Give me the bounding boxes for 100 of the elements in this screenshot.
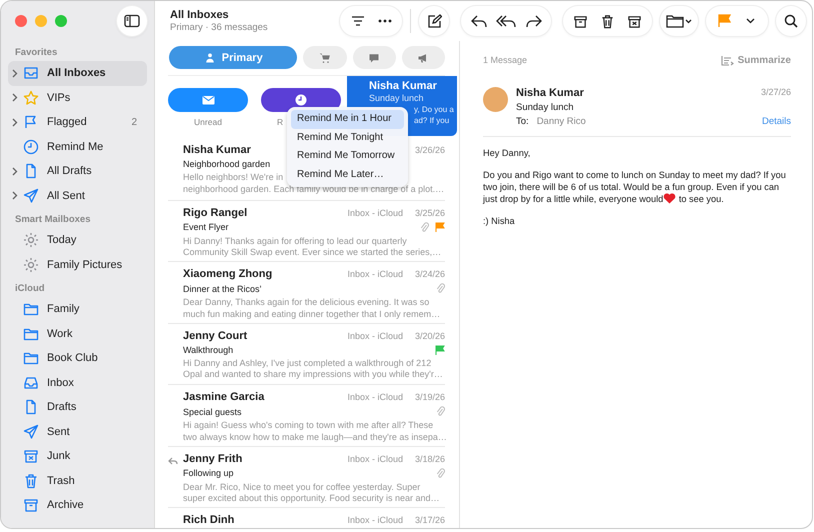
message-preview: Hello neighbors! We're in [183,172,284,184]
unread-action-button[interactable] [168,88,248,112]
close-button[interactable] [15,15,27,27]
folder-icon [23,350,39,366]
reply-all-icon [496,14,516,28]
chevron-icon[interactable] [12,118,18,127]
archive-icon [573,14,588,28]
sidebar-icon [124,14,140,28]
sidebar-item[interactable]: Archive [8,493,147,518]
message-preview: Dear Danny, Thanks again for the delicious evening. It was so [183,297,430,308]
message-subject: Event Flyer [183,222,229,232]
trash-icon [23,472,39,489]
sidebar-item[interactable]: All Sent [8,184,147,208]
junk-icon [627,14,642,28]
message-date: 3/25/26 [414,208,445,218]
megaphone-tab[interactable] [402,46,445,69]
sidebar-item[interactable]: Sent [8,420,147,444]
sender-name: Rich Dinh [183,514,234,526]
mailbox-subtitle: Primary · 36 messages [170,22,268,33]
message-subject: Walkthrough [183,344,234,354]
filter-icon [350,16,364,26]
sender-name: Xiaomeng Zhong [183,268,272,280]
message-preview: y, Do you a [414,105,454,114]
clock-icon [23,138,39,155]
item-count: 2 [131,116,137,128]
sidebar-item[interactable]: Drafts [8,395,147,420]
sidebar-item[interactable]: Book Club [8,346,147,370]
mailbox-name: Inbox - iCloud [347,515,403,525]
action-label: Unread [194,117,222,127]
message-date: 3/26/26 [414,145,445,155]
archive-icon [23,497,39,514]
cart-icon [319,52,332,64]
sidebar-item[interactable]: Today [8,228,147,252]
section-title: iCloud [14,282,46,296]
sender-name: Nisha Kumar [516,87,585,99]
sidebar-item[interactable]: Trash [8,468,147,493]
action-label: R [277,117,284,127]
folder-icon [666,14,692,28]
sender-name: Nisha Kumar [183,144,251,156]
sender-name: Rigo Rangel [183,206,248,218]
sender-name: Jasmine Garcia [183,391,264,403]
section-title: Favorites [14,46,58,60]
message-preview: Opal and wanted to share my impressions with you while they'r… [183,369,443,380]
sidebar-item[interactable]: Junk [8,444,147,468]
sidebar-item[interactable]: Flagged 2 [8,110,147,134]
chevron-icon[interactable] [12,93,18,102]
message-subject: Neighborhood garden [183,159,270,169]
mailbox-name: Inbox - iCloud [347,208,403,218]
message-preview: Hi Danny and Ashley, I've just completed a walkthrough of 212 [183,358,432,369]
sender-name: Jenny Court [183,330,248,342]
chat-tab[interactable] [352,46,396,69]
sidebar-item[interactable]: All Drafts [8,159,147,184]
menu-item[interactable]: Remind Me Tomorrow [291,147,404,166]
menu-item[interactable]: Remind Me Later… [291,166,404,184]
message-date: 3/19/26 [414,392,445,402]
send-icon [23,188,39,204]
sidebar-item[interactable]: All Inboxes [8,61,147,86]
body-paragraph: Hey Danny, [483,147,532,159]
sidebar-item[interactable]: Family [8,297,147,322]
message-preview: Hi Danny! Thanks again for offering to lead our quarterly [183,236,407,247]
sidebar-item[interactable]: Inbox [8,370,147,395]
search-button[interactable] [776,6,806,36]
search-icon [784,14,798,28]
menu-item[interactable]: Remind Me in 1 Hour [291,110,404,128]
message-date: 3/20/26 [414,330,445,340]
compose-button[interactable] [419,6,449,36]
sidebar-item[interactable]: VIPs [8,86,147,110]
more-icon [378,19,392,23]
mailbox-name: Inbox - iCloud [347,330,403,340]
move-button[interactable] [660,6,698,36]
inbox-icon [23,374,39,391]
section-title: Smart Mailboxes [14,213,92,227]
message-preview: much fun making and eating dinner together that I only remem… [183,308,440,320]
reply-icon [470,14,486,28]
chevron-icon[interactable] [12,191,18,200]
chevron-icon[interactable] [12,166,18,176]
sidebar-toggle-button[interactable] [117,6,147,36]
sidebar-item[interactable]: Remind Me [8,134,147,159]
to-label: To: [516,116,529,127]
compose-icon [426,14,442,28]
mailbox-name: Inbox - iCloud [347,454,403,464]
message-preview: Dear Mr. Rico, Nice to meet you for coffee yesterday. Super [183,482,420,493]
chat-icon [368,52,380,64]
message-preview: two always know how to make me laugh—and they're as insepa… [183,432,447,443]
inboxes-icon [23,65,39,82]
message-date: 3/17/26 [414,515,445,525]
avatar [483,87,508,112]
chevron-icon[interactable] [12,68,18,78]
mailbox-title: All Inboxes [170,9,230,21]
flag-icon [716,14,730,28]
mailbox-name: Inbox - iCloud [347,269,403,279]
message-subject: Sunday lunch [516,102,575,113]
sender-name: Nisha Kumar [369,80,438,92]
sidebar-item[interactable]: Work [8,322,147,346]
sidebar-item[interactable]: Family Pictures [8,252,147,277]
message-subject: Dinner at the Ricos’ [183,284,262,294]
person-icon [204,52,216,64]
cart-tab[interactable] [303,46,347,69]
star-icon [23,90,39,106]
message-preview: ad? If you [414,116,450,125]
